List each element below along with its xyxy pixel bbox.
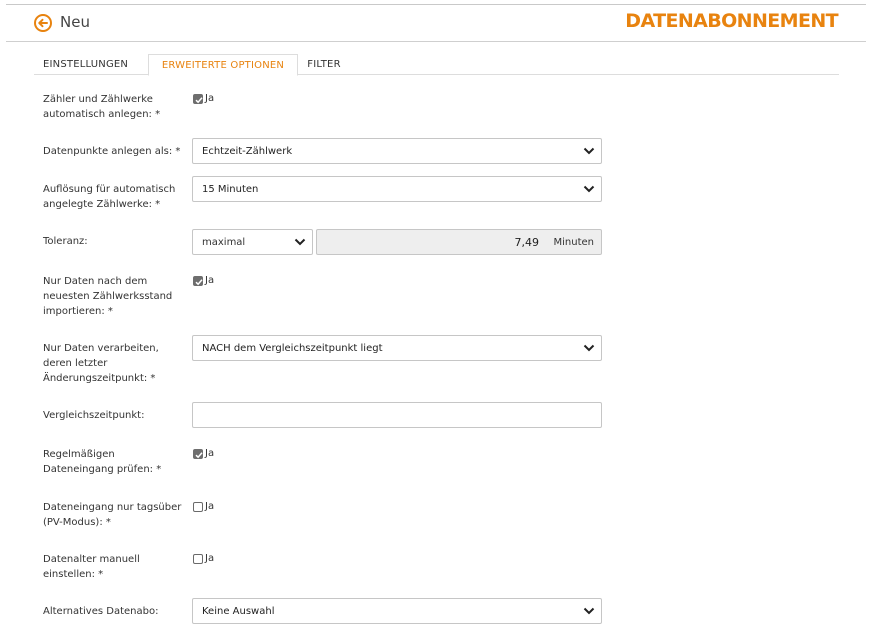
- brand-title: DATENABONNEMENT: [625, 10, 838, 32]
- header-divider: [6, 41, 866, 42]
- tab-filter[interactable]: FILTER: [304, 54, 344, 75]
- datapoints-label: Datenpunkte anlegen als: *: [43, 146, 181, 157]
- compare-time-input[interactable]: [192, 402, 602, 428]
- chevron-down-icon: [583, 147, 595, 155]
- process-only-select[interactable]: NACH dem Vergleichszeitpunkt liegt: [192, 335, 602, 361]
- data-age-label: Datenalter manuell einstellen: *: [43, 554, 140, 580]
- resolution-select[interactable]: 15 Minuten: [192, 176, 602, 202]
- checkbox-checked-icon[interactable]: [193, 276, 203, 286]
- checkbox-unchecked-icon[interactable]: [193, 554, 203, 564]
- back-arrow-circle-icon: [38, 18, 48, 28]
- checkbox-unchecked-icon[interactable]: [193, 502, 203, 512]
- checkbox-checked-icon[interactable]: [193, 449, 203, 459]
- tab-einstellungen[interactable]: EINSTELLUNGEN: [34, 54, 136, 75]
- tolerance-value-input[interactable]: 7,49 Minuten: [316, 229, 602, 255]
- auto-counters-label: Zähler und Zählwerke automatisch anlegen…: [43, 94, 161, 120]
- tab-erweiterte-optionen[interactable]: ERWEITERTE OPTIONEN: [148, 54, 298, 76]
- chevron-down-icon: [294, 238, 306, 246]
- compare-time-label: Vergleichszeitpunkt:: [43, 410, 145, 421]
- page-title: Neu: [60, 13, 90, 31]
- tolerance-mode-select[interactable]: maximal: [192, 229, 313, 255]
- chevron-down-icon: [583, 607, 595, 615]
- resolution-label: Auflösung für automatisch angelegte Zähl…: [43, 184, 176, 210]
- tab-bar: EINSTELLUNGEN ERWEITERTE OPTIONEN FILTER: [34, 54, 839, 76]
- chevron-down-icon: [583, 185, 595, 193]
- process-only-label: Nur Daten verarbeiten, deren letzter Änd…: [43, 343, 159, 384]
- tolerance-label: Toleranz:: [43, 236, 88, 247]
- tolerance-value: 7,49: [514, 236, 540, 249]
- only-newer-label: Nur Daten nach dem neuesten Zählwerkssta…: [43, 276, 173, 317]
- back-button[interactable]: [34, 14, 52, 32]
- tolerance-unit: Minuten: [553, 237, 595, 248]
- chevron-down-icon: [583, 344, 595, 352]
- checkbox-checked-icon[interactable]: [193, 94, 203, 104]
- check-regular-label: Regelmäßigen Dateneingang prüfen: *: [43, 449, 162, 475]
- datapoints-select[interactable]: Echtzeit-Zählwerk: [192, 138, 602, 164]
- daytime-only-label: Dateneingang nur tagsüber (PV-Modus): *: [43, 502, 182, 528]
- page-header: Neu DATENABONNEMENT: [0, 5, 869, 43]
- alt-subscription-label: Alternatives Datenabo:: [43, 606, 159, 617]
- alt-subscription-select[interactable]: Keine Auswahl: [192, 598, 602, 624]
